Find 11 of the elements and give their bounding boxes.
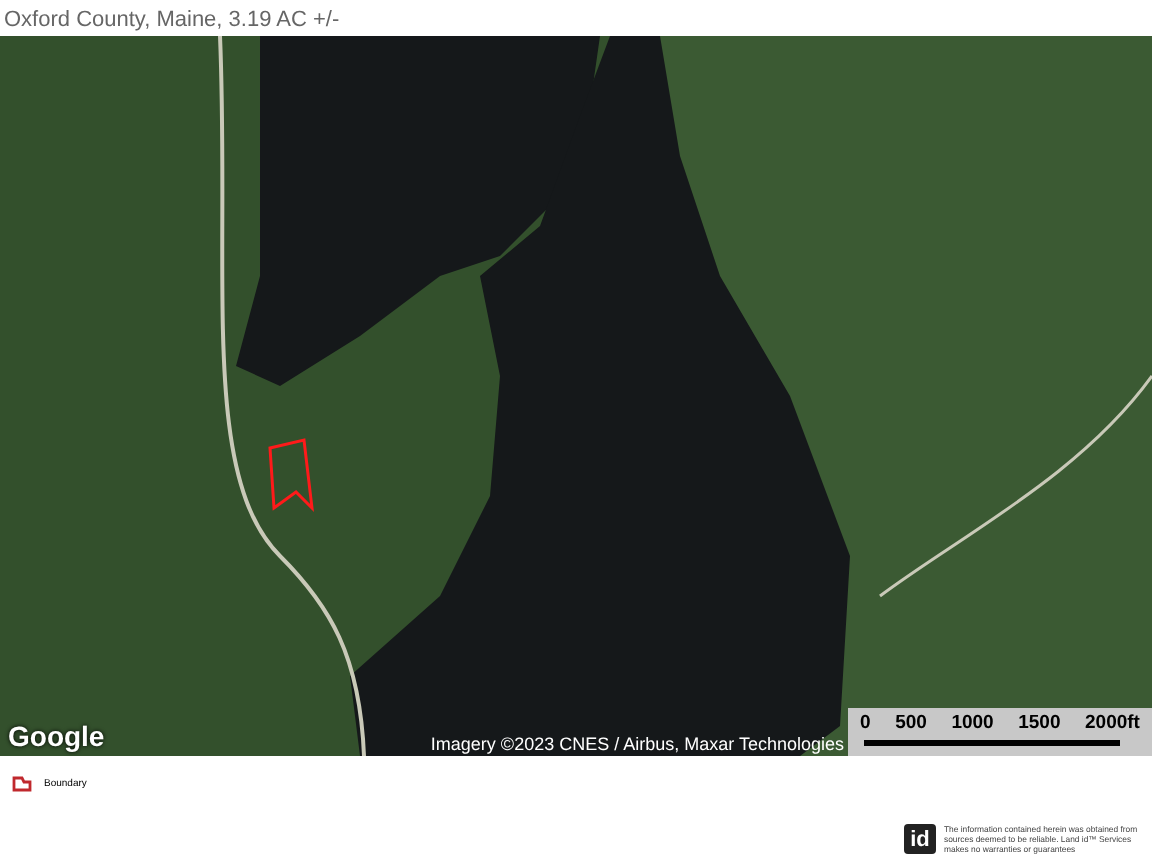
brand-logo: id bbox=[904, 824, 936, 854]
map-logo: Google bbox=[8, 720, 105, 752]
map-subtitle: Oxford County, Maine, 3.19 AC +/- bbox=[2, 6, 342, 36]
property-boundary bbox=[268, 438, 314, 513]
satellite-map[interactable]: Google Imagery ©2023 CNES / Airbus, Maxar Technologies 0 500 1000 1500 2000ft bbox=[0, 36, 1152, 756]
imagery-attribution: Imagery ©2023 CNES / Airbus, Maxar Technologies bbox=[430, 734, 844, 754]
scale-label: 1000 bbox=[951, 712, 994, 734]
scale-label: 2000ft bbox=[1085, 712, 1140, 734]
scale-label: 0 bbox=[860, 712, 871, 734]
scale-label: 500 bbox=[895, 712, 927, 734]
scale-label: 1500 bbox=[1018, 712, 1061, 734]
